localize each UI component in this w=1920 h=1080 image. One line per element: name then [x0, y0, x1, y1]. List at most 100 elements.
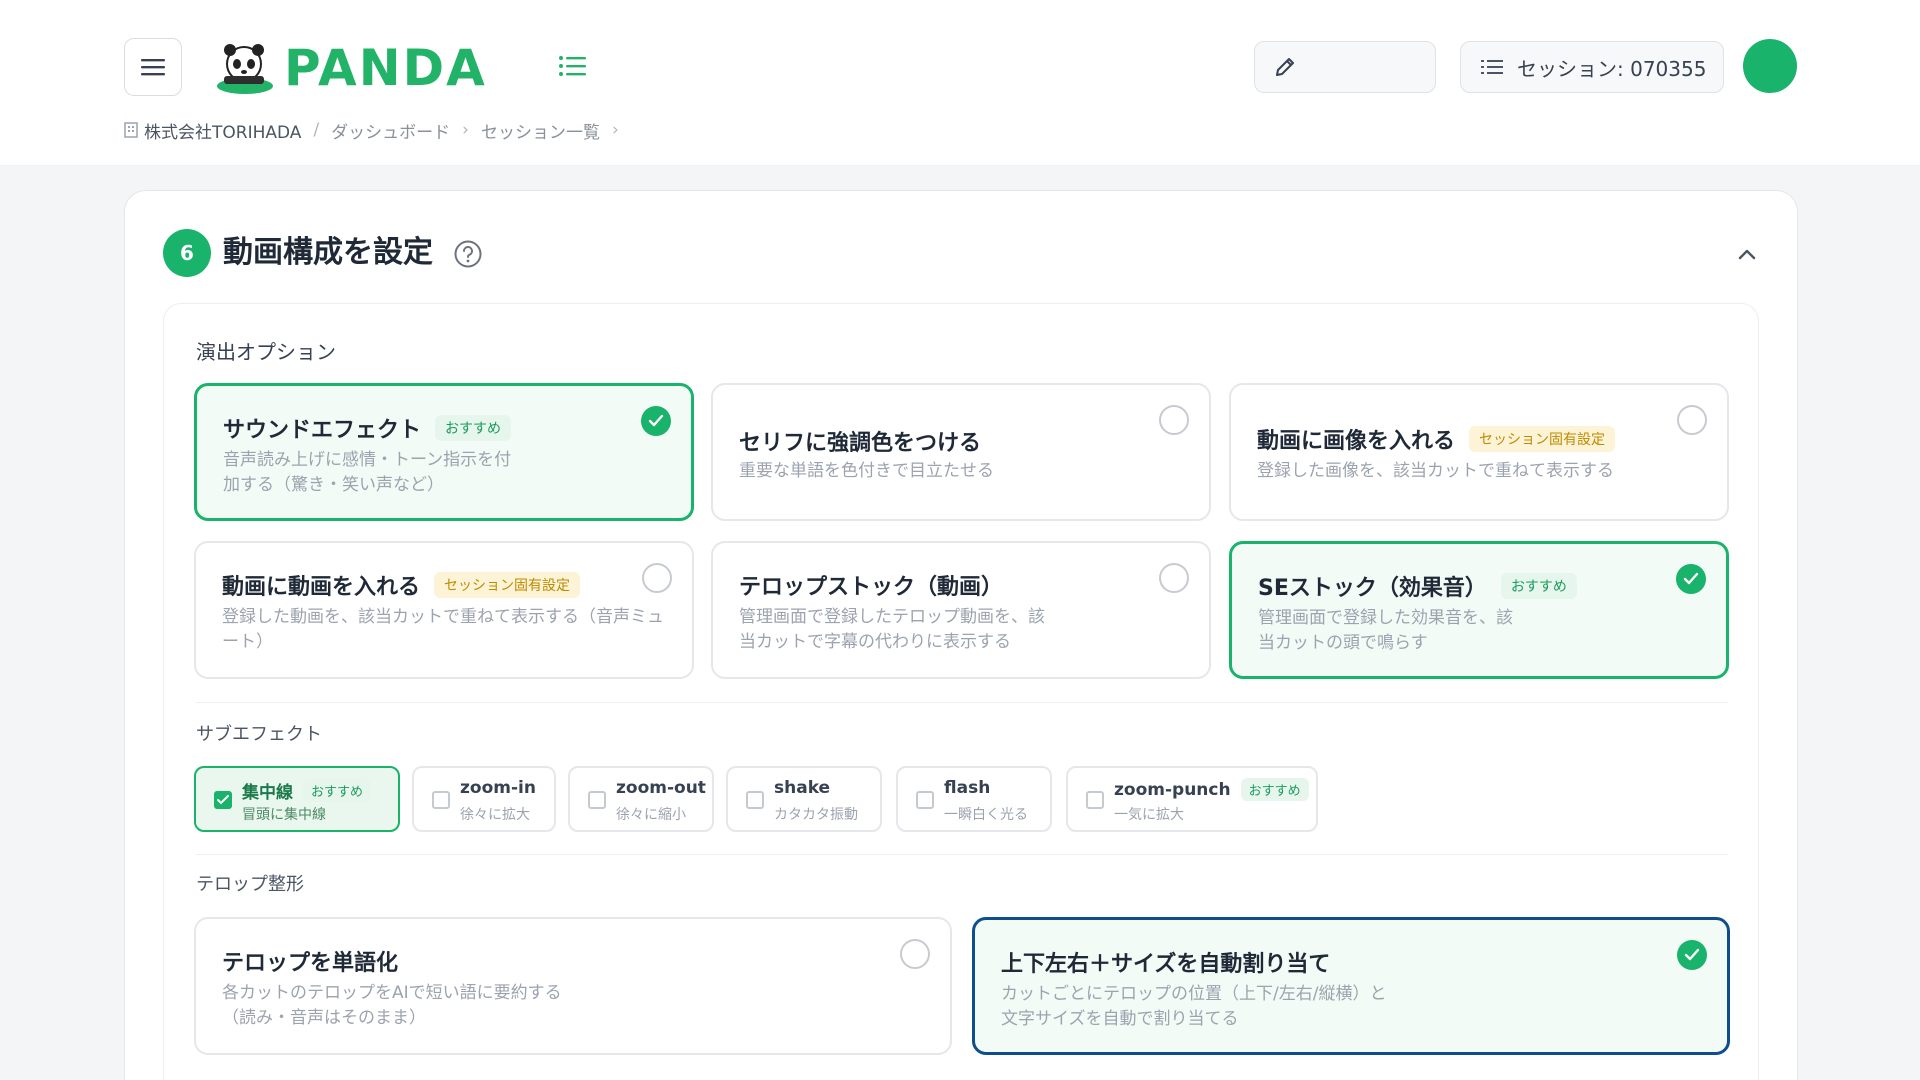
checkbox-unchecked-icon	[432, 791, 450, 809]
breadcrumb: 株式会社TORIHADA / ダッシュボード › セッション一覧 ›	[124, 118, 631, 143]
sub-effect-flash[interactable]: flash 一瞬白く光る	[896, 766, 1052, 832]
chip-title: shake	[774, 778, 831, 798]
option-description: カットごとにテロップの位置（上下/左右/縦横）と 文字サイズを自動で割り当てる	[1001, 982, 1561, 1032]
breadcrumb-org-label: 株式会社TORIHADA	[144, 122, 302, 143]
building-icon	[124, 122, 138, 138]
recommended-badge: おすすめ	[1240, 778, 1309, 801]
option-card-se-stock[interactable]: SEストック（効果音） おすすめ 管理画面で登録した効果音を、該当カットの頭で鳴…	[1229, 541, 1729, 679]
list-bullets-icon	[1481, 60, 1503, 74]
checked-icon	[641, 406, 671, 436]
brand-logo[interactable]: PANDA	[214, 40, 487, 96]
chip-title: zoom-punch	[1114, 779, 1231, 800]
chip-subtitle: 徐々に縮小	[616, 807, 686, 823]
chip-title: 集中線	[242, 783, 293, 803]
video-config-panel: 6 動画構成を設定 演出オプション サウンドエフェクト おすすめ 音声読み上げに…	[124, 190, 1798, 1080]
chip-title: zoom-out	[616, 778, 706, 798]
option-title: テロップを単語化	[222, 951, 399, 976]
hamburger-icon	[141, 59, 165, 76]
option-description: 音声読み上げに感情・トーン指示を付加する（驚き・笑い声など）	[223, 450, 512, 495]
panel-title: 動画構成を設定	[223, 235, 433, 270]
session-specific-badge: セッション固有設定	[1469, 426, 1616, 452]
option-description: 管理画面で登録した効果音を、該当カットの頭で鳴らす	[1258, 608, 1513, 653]
chip-title: flash	[944, 778, 991, 798]
option-card-sound-effect[interactable]: サウンドエフェクト おすすめ 音声読み上げに感情・トーン指示を付加する（驚き・笑…	[194, 383, 694, 521]
option-description-line: （読み・音声はそのまま）	[222, 1008, 426, 1028]
recommended-badge: おすすめ	[303, 779, 372, 802]
sub-effect-zoom-in[interactable]: zoom-in 徐々に拡大	[412, 766, 556, 832]
sub-effect-shake[interactable]: shake カタカタ振動	[726, 766, 882, 832]
brand-name: PANDA	[284, 39, 487, 97]
breadcrumb-org[interactable]: 株式会社TORIHADA	[124, 118, 301, 143]
chip-subtitle: カタカタ振動	[774, 807, 858, 823]
option-description-line: カットごとにテロップの位置（上下/左右/縦横）と	[1001, 984, 1387, 1004]
option-description: 各カットのテロップをAIで短い語に要約する （読み・音声はそのまま）	[222, 981, 722, 1031]
chip-subtitle: 徐々に拡大	[460, 807, 530, 823]
checkbox-unchecked-icon	[1086, 791, 1104, 809]
checkbox-unchecked-icon	[916, 791, 934, 809]
chip-subtitle: 一瞬白く光る	[944, 807, 1028, 823]
checked-icon	[1676, 564, 1706, 594]
checked-icon	[1677, 940, 1707, 970]
radio-unchecked-icon	[1159, 405, 1189, 435]
user-avatar[interactable]	[1743, 39, 1797, 93]
option-card-telop-stock[interactable]: テロップストック（動画） 管理画面で登録したテロップ動画を、該当カットで字幕の代…	[711, 541, 1211, 679]
list-icon	[559, 56, 586, 76]
session-label: セッション: 070355	[1517, 56, 1707, 81]
option-title: 動画に動画を入れる	[222, 575, 421, 600]
breadcrumb-dashboard[interactable]: ダッシュボード	[331, 118, 450, 143]
menu-button[interactable]	[124, 38, 182, 96]
options-container: 演出オプション サウンドエフェクト おすすめ 音声読み上げに感情・トーン指示を付…	[163, 303, 1759, 1080]
section-divider	[196, 702, 1728, 703]
breadcrumb-separator: /	[313, 120, 320, 140]
chip-title: zoom-in	[460, 778, 536, 798]
step-number-badge: 6	[163, 229, 211, 277]
option-description: 登録した画像を、該当カットで重ねて表示する	[1257, 461, 1614, 481]
option-card-insert-image[interactable]: 動画に画像を入れる セッション固有設定 登録した画像を、該当カットで重ねて表示す…	[1229, 383, 1729, 521]
sub-effect-focus-lines[interactable]: 集中線 おすすめ 冒頭に集中線	[194, 766, 400, 832]
recommended-badge: おすすめ	[435, 415, 512, 441]
chevron-up-icon[interactable]	[1733, 241, 1761, 269]
option-title: テロップストック（動画）	[739, 575, 1004, 600]
edit-session-name-field[interactable]	[1254, 41, 1436, 93]
sub-effect-zoom-punch[interactable]: zoom-punch おすすめ 一気に拡大	[1066, 766, 1318, 832]
radio-unchecked-icon	[900, 939, 930, 969]
option-description: 登録した動画を、該当カットで重ねて表示する（音声ミュート）	[222, 607, 664, 652]
panda-logo-icon	[217, 44, 273, 94]
option-description-line: 各カットのテロップをAIで短い語に要約する	[222, 983, 562, 1003]
option-title: サウンドエフェクト	[223, 418, 422, 443]
recommended-badge: おすすめ	[1500, 573, 1577, 599]
option-card-insert-video[interactable]: 動画に動画を入れる セッション固有設定 登録した動画を、該当カットで重ねて表示す…	[194, 541, 694, 679]
option-title: 上下左右＋サイズを自動割り当て	[1001, 952, 1331, 977]
checkbox-unchecked-icon	[746, 791, 764, 809]
checkbox-unchecked-icon	[588, 791, 606, 809]
option-description: 管理画面で登録したテロップ動画を、該当カットで字幕の代わりに表示する	[739, 607, 1045, 652]
telop-section-label: テロップ整形	[196, 874, 304, 895]
checkbox-checked-icon	[214, 791, 232, 809]
section-divider	[196, 854, 1728, 855]
telop-card-wordify[interactable]: テロップを単語化 各カットのテロップをAIで短い語に要約する （読み・音声はその…	[194, 917, 952, 1055]
chip-subtitle: 冒頭に集中線	[242, 807, 326, 823]
radio-unchecked-icon	[1159, 563, 1189, 593]
effects-section-label: 演出オプション	[196, 340, 336, 364]
session-specific-badge: セッション固有設定	[434, 572, 581, 598]
session-selector[interactable]: セッション: 070355	[1460, 41, 1724, 93]
option-title: 動画に画像を入れる	[1257, 429, 1456, 454]
breadcrumb-session-list[interactable]: セッション一覧	[481, 118, 600, 143]
sub-effect-zoom-out[interactable]: zoom-out 徐々に縮小	[568, 766, 714, 832]
chevron-right-icon: ›	[611, 120, 619, 140]
chip-subtitle: 一気に拡大	[1114, 807, 1184, 823]
pencil-icon	[1276, 58, 1294, 76]
telop-card-auto-position[interactable]: 上下左右＋サイズを自動割り当て カットごとにテロップの位置（上下/左右/縦横）と…	[972, 917, 1730, 1055]
option-title: SEストック（効果音）	[1258, 576, 1487, 601]
list-view-button[interactable]	[556, 50, 588, 82]
app-header: PANDA セッション: 070355 株式会社TORIHADA / ダッシュボ…	[0, 0, 1920, 166]
sub-effects-label: サブエフェクト	[196, 724, 322, 745]
option-title: セリフに強調色をつける	[739, 431, 982, 456]
option-description: 重要な単語を色付きで目立たせる	[739, 461, 994, 481]
option-card-emphasis-color[interactable]: セリフに強調色をつける 重要な単語を色付きで目立たせる	[711, 383, 1211, 521]
help-icon[interactable]	[453, 239, 483, 269]
radio-unchecked-icon	[642, 563, 672, 593]
option-description-line: 文字サイズを自動で割り当てる	[1001, 1009, 1239, 1029]
radio-unchecked-icon	[1677, 405, 1707, 435]
chevron-right-icon: ›	[462, 120, 469, 140]
